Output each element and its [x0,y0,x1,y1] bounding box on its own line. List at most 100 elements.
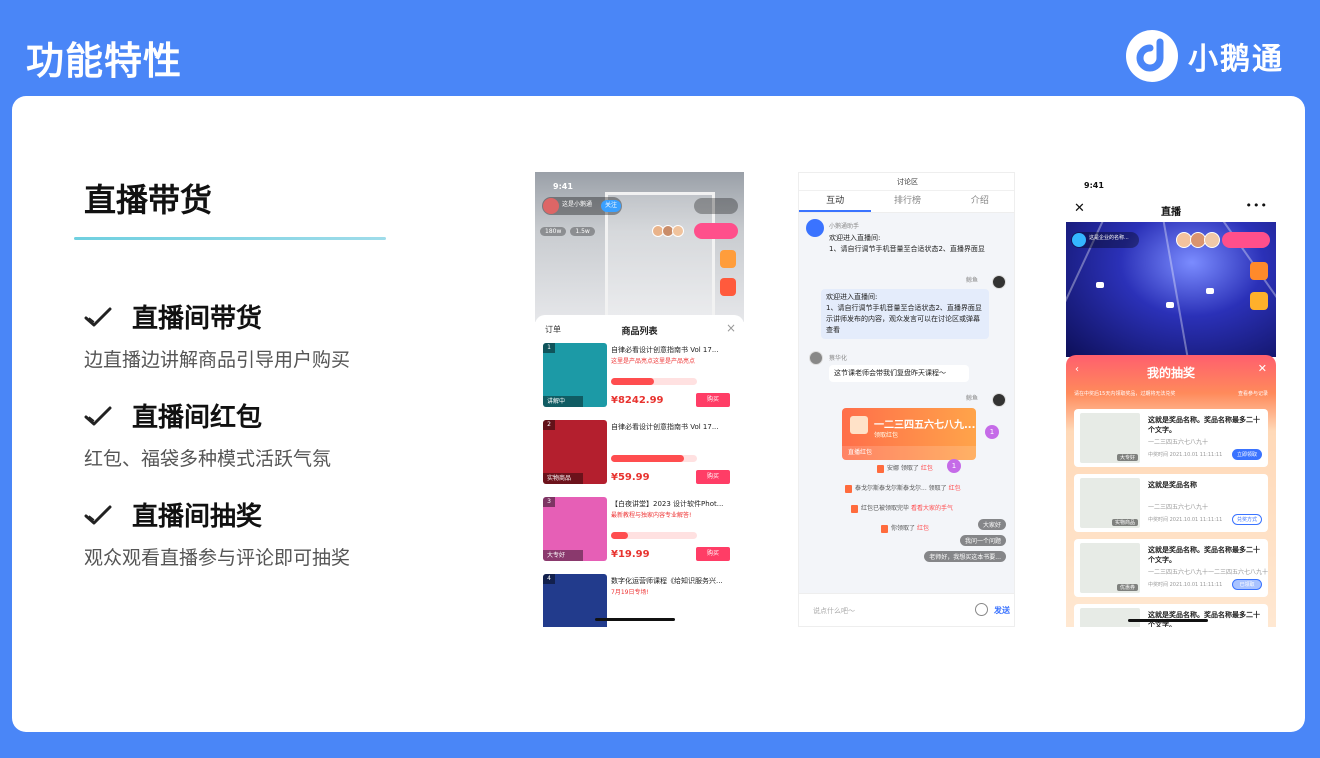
stage-light [1166,302,1174,308]
chat-input[interactable]: 说点什么吧～ [813,606,855,616]
red-packet-sub: 领取红包 [874,432,899,439]
feature-lottery: 直播间抽奖 观众观看直播参与评论即可抽奖 [84,496,504,570]
tab-bar: 互动 排行榜 介绍 [799,191,1014,213]
count-badge: 1 [947,459,961,473]
product-tag: 实物商品 [543,473,583,484]
product-subtitle: 7月19日专场! [611,589,649,596]
close-icon[interactable]: ✕ [1258,362,1267,375]
cart-icon[interactable] [1250,292,1268,310]
product-thumbnail: 1 讲解中 [543,343,607,407]
tab-interaction[interactable]: 互动 [799,191,872,212]
status-time: 9:41 [553,182,573,191]
records-link[interactable]: 查看参与记录 [1238,390,1268,397]
product-sheet: 订单 商品列表 × 1 讲解中 自律必看设计创意指南书 Vol 17... 这里… [535,315,744,627]
message-line: 1、请自行调节手机音量至合适状态2、直播界面显 [829,245,985,253]
lottery-note: 请在中奖后15天内领取奖品，过期将无法兑奖 [1074,391,1176,397]
host-card[interactable]: 这是小鹅通 关注 [542,197,622,215]
chat-bubble: 欢迎进入直播间: 1、请自行调节手机音量至合适状态2、直播界面显示讲师发布的内容… [821,289,989,339]
feature-red-packet: 直播间红包 红包、福袋多种模式活跃气氛 [84,397,504,471]
follow-button[interactable]: 关注 [601,200,621,212]
bot-name: 小鹅通助手 [829,223,860,230]
live-controls[interactable] [694,198,738,214]
brand-name: 小鹅通 [1188,42,1284,77]
prize-title: 这就是奖品名称。奖品名称最多二十个文字。 [1148,546,1260,564]
gift-icon[interactable] [1250,262,1268,280]
phone-discussion: 讨论区 互动 排行榜 介绍 小鹅通助手 欢迎进入直播间: 1、请自行调节手机音量… [798,172,1015,627]
check-icon [84,406,112,425]
send-button[interactable]: 发送 [994,605,1010,616]
product-number: 4 [543,574,555,584]
page-title: 功能特性 [26,39,183,83]
tab-ranking[interactable]: 排行榜 [871,191,943,212]
section-title: 直播带货 [84,181,213,219]
avatar [543,198,559,214]
red-word: 看看大家的手气 [910,505,953,512]
tab-intro[interactable]: 介绍 [944,191,1014,212]
chat-bubble: 这节课老师会带我们复盘昨天课程～ [829,365,969,382]
count-badge: 1 [985,425,999,439]
buy-button[interactable]: 购买 [696,547,730,561]
stock-progress [611,532,697,539]
system-text: 泰戈尔斯泰戈尔斯泰戈尔... 领取了 [855,485,947,492]
live-stats: 180w 1.5w [540,227,595,236]
product-tag: 大专好 [543,550,583,561]
product-title: 数字化运营师课程《给知识服务兴... [611,577,723,585]
red-word: 红包 [920,465,933,472]
live-badge[interactable] [694,223,738,239]
product-price: ¥59.99 [611,472,650,483]
user-name: 鲸鱼 [965,277,978,284]
prize-card[interactable]: 这就是奖品名称。奖品名称最多二十个文字。 [1074,604,1268,627]
emoji-icon[interactable] [975,603,988,616]
home-indicator [1128,619,1208,622]
phone-lottery: 9:41 ✕ 直播 ••• 这是企业的名称... ‹ 我的抽奖 ✕ 请在中奖后1… [1066,172,1276,627]
cart-icon[interactable] [720,278,736,296]
prize-action-button[interactable]: 已领取 [1232,579,1262,590]
prize-image [1080,608,1140,627]
stage-light [1206,288,1214,294]
feature-live-selling: 直播间带货 边直播边讲解商品引导用户购买 [84,298,504,372]
buy-button[interactable]: 购买 [696,470,730,484]
system-text: 安娜 领取了 [887,465,919,472]
red-packet-footer: 直播红包 [842,446,976,460]
phone-product-list: 9:41 这是小鹅通 关注 180w 1.5w 订单 商品列表 × 1 讲解中 … [535,172,744,627]
audience-avatars [652,224,692,238]
prize-action-button[interactable]: 立即领取 [1232,449,1262,460]
product-title: 自律必看设计创意指南书 Vol 17... [611,423,719,431]
gift-icon[interactable] [720,250,736,268]
red-packet-icon [881,524,888,533]
host-card[interactable]: 这是企业的名称... [1071,232,1139,248]
prize-title: 这就是奖品名称 [1148,481,1197,489]
red-word: 红包 [948,485,961,492]
feature-title: 直播间带货 [132,304,263,334]
prize-title: 这就是奖品名称。奖品名称最多二十个文字。 [1148,416,1260,434]
product-item[interactable]: 3 大专好 【白夜讲堂】2023 设计软件Phot... 最新教程与独家内容专业… [543,497,738,567]
prize-label: 大专好 [1116,454,1138,461]
prize-date: 中奖时间 2021.10.01 11:11:11 [1148,452,1223,458]
likes-stat: 1.5w [570,227,595,236]
prize-card[interactable]: 优惠券 这就是奖品名称。奖品名称最多二十个文字。 一二三四五六七八九十一二三四五六… [1074,539,1268,597]
product-title: 【白夜讲堂】2023 设计软件Phot... [611,500,724,508]
red-packet-icon [851,504,858,513]
product-item[interactable]: 1 讲解中 自律必看设计创意指南书 Vol 17... 这里是产品亮点这里是产品… [543,343,738,413]
more-icon[interactable]: ••• [1246,199,1268,212]
red-packet-card[interactable]: 一二三四五六七八九... 领取红包 直播红包 [842,408,976,460]
prize-card[interactable]: 实物商品 这就是奖品名称 一二三四五六七八九十 中奖时间 2021.10.01 11… [1074,474,1268,532]
buy-button[interactable]: 购买 [696,393,730,407]
feature-desc: 观众观看直播参与评论即可抽奖 [84,547,351,569]
nav-bar: ✕ 直播 ••• [1066,196,1276,222]
close-icon[interactable]: × [726,321,736,335]
top-banner: 功能特性 小鹅通 [0,0,1320,96]
message-line: 欢迎进入直播间: [829,234,881,242]
red-packet-icon [877,464,884,473]
section-underline [74,237,386,240]
prize-action-button[interactable]: 兑奖方式 [1232,514,1262,525]
red-packet-icon [850,416,868,434]
live-badge[interactable] [1222,232,1270,248]
stock-progress [611,378,697,385]
prize-card[interactable]: 大专好 这就是奖品名称。奖品名称最多二十个文字。 一二三四五六七八九十 中奖时间 2… [1074,409,1268,467]
product-item[interactable]: 2 实物商品 自律必看设计创意指南书 Vol 17... ¥59.99 购买 [543,420,738,490]
bot-avatar [806,219,824,237]
feature-title: 直播间抽奖 [132,502,263,532]
product-tag: 讲解中 [543,396,583,407]
host-name: 这是企业的名称... [1089,235,1129,241]
